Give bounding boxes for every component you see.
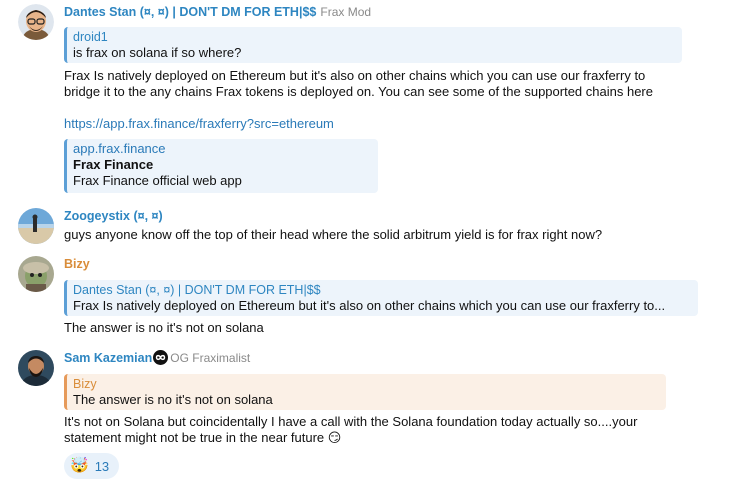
- smirk-emoji-icon: 😏: [327, 430, 342, 445]
- reaction-count: 13: [94, 458, 110, 474]
- preview-description: Frax Finance official web app: [73, 173, 242, 188]
- reply-text: The answer is no it's not on solana: [73, 392, 273, 407]
- avatar-sam[interactable]: [18, 350, 54, 386]
- reply-quote[interactable]: droid1 is frax on solana if so where?: [64, 27, 682, 63]
- link-preview[interactable]: app.frax.finance Frax Finance Frax Finan…: [64, 139, 378, 193]
- sender-name[interactable]: Sam Kazemian: [64, 351, 152, 365]
- sender-name[interactable]: Dantes Stan (¤, ¤) | DON'T DM FOR ETH|$$: [64, 5, 316, 19]
- reply-sender-name: Bizy: [73, 377, 97, 391]
- reply-quote[interactable]: Bizy The answer is no it's not on solana: [64, 374, 666, 410]
- preview-title: Frax Finance: [73, 157, 154, 172]
- avatar-dantes[interactable]: [18, 4, 54, 40]
- avatar-zoogeystix[interactable]: [18, 208, 54, 244]
- reply-quote[interactable]: Dantes Stan (¤, ¤) | DON'T DM FOR ETH|$$…: [64, 280, 698, 316]
- message-text: The answer is no it's not on solana: [64, 320, 264, 335]
- sender-name[interactable]: Bizy: [64, 257, 90, 271]
- avatar-bizy[interactable]: [18, 256, 54, 292]
- sender-role: OG Fraximalist: [170, 351, 251, 365]
- message-text-body: It's not on Solana but coincidentally I …: [64, 414, 638, 445]
- infinity-badge-icon: [153, 350, 169, 365]
- reply-sender-name: Dantes Stan (¤, ¤) | DON'T DM FOR ETH|$$: [73, 283, 321, 297]
- message-text: guys anyone know off the top of their he…: [64, 227, 603, 242]
- reply-text: is frax on solana if so where?: [73, 45, 242, 60]
- reply-text: Frax Is natively deployed on Ethereum bu…: [73, 298, 666, 313]
- reply-sender-name: droid1: [73, 30, 108, 44]
- sender-name[interactable]: Zoogeystix (¤, ¤): [64, 209, 163, 223]
- message-link[interactable]: https://app.frax.finance/fraxferry?src=e…: [64, 116, 334, 132]
- reaction-button[interactable]: 🤯 13: [64, 453, 120, 479]
- message-text: It's not on Solana but coincidentally I …: [64, 414, 734, 446]
- sender-role: Frax Mod: [320, 5, 372, 19]
- message-header: Sam Kazemian OG Fraximalist: [64, 350, 250, 366]
- exploding-head-emoji-icon: 🤯: [70, 457, 89, 474]
- preview-site: app.frax.finance: [73, 141, 166, 156]
- message-header: Dantes Stan (¤, ¤) | DON'T DM FOR ETH|$$…: [64, 4, 371, 20]
- message-header: Zoogeystix (¤, ¤): [64, 208, 163, 224]
- message-header: Bizy: [64, 256, 90, 272]
- message-text: Frax Is natively deployed on Ethereum bu…: [64, 68, 653, 99]
